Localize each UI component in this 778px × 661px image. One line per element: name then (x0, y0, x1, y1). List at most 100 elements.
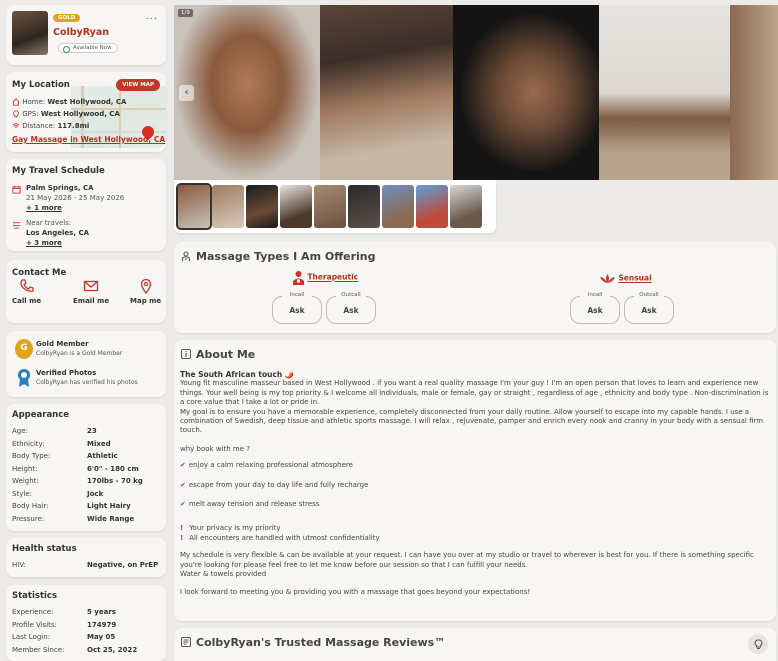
profile-name: ColbyRyan (53, 27, 110, 38)
exclamation-icon: ! (180, 524, 184, 533)
thumbnail[interactable] (450, 185, 482, 228)
trip-more-link[interactable]: + 1 more (26, 204, 62, 212)
outcall-rate: Outcall Ask (624, 292, 674, 324)
appearance-row: Body Type: Athletic (12, 450, 160, 463)
gallery-photo[interactable] (599, 5, 730, 180)
thumbnail[interactable] (416, 185, 448, 228)
about-tagline: The South African touch 🌶️ (180, 370, 295, 379)
location-title: My Location (12, 80, 70, 90)
statistic-row: Profile Visits: 174979 (12, 619, 160, 632)
info-icon (181, 349, 191, 359)
gallery-photo[interactable] (730, 5, 778, 180)
appearance-label: Pressure: (12, 514, 45, 523)
appearance-value: Athletic (87, 452, 118, 460)
about-priority: ! Your privacy is my priority (180, 524, 281, 533)
gallery-photo[interactable] (320, 5, 453, 180)
near-more-link[interactable]: + 3 more (26, 239, 62, 247)
envelope-icon (83, 280, 99, 292)
statistic-value: 174979 (87, 620, 117, 629)
thumbnail[interactable] (212, 185, 244, 228)
massage-types-title: Massage Types I Am Offering (196, 250, 376, 263)
massage-type-therapeutic[interactable]: Therapeutic (292, 270, 358, 285)
appearance-label: Ethnicity: (12, 439, 45, 448)
appearance-row: Ethnicity: Mixed (12, 438, 160, 451)
appearance-value: Light Hairy (87, 502, 131, 510)
call-button[interactable]: Call me (12, 278, 41, 305)
travel-title: My Travel Schedule (12, 166, 105, 176)
prev-photo-button[interactable]: ‹ (179, 85, 194, 101)
calendar-icon (12, 185, 21, 194)
thumbnail[interactable] (382, 185, 414, 228)
gps-icon (13, 110, 19, 118)
home-location: Home: West Hollywood, CA (12, 98, 126, 106)
about-paragraph: I look forward to meeting you & providin… (180, 587, 531, 596)
thumbnail[interactable] (246, 185, 278, 228)
appearance-row: Weight: 170lbs - 70 kg (12, 475, 160, 488)
massage-type-sensual[interactable]: Sensual (599, 273, 652, 284)
gps-location: GPS: West Hollywood, CA (12, 110, 120, 118)
contact-card: Contact Me Call me Email me Map me (6, 260, 166, 323)
travel-card: My Travel Schedule Palm Springs, CA 21 M… (6, 159, 166, 251)
lotus-icon (600, 274, 615, 283)
appearance-label: Style: (12, 489, 32, 498)
about-question: why book with me ? (180, 444, 250, 453)
appearance-value: Jock (87, 489, 104, 498)
appearance-row: Height: 6'0" - 180 cm (12, 463, 160, 476)
about-paragraph: My goal is to ensure you have a memorabl… (180, 407, 764, 435)
statistic-label: Profile Visits: (12, 620, 57, 629)
gallery-photo[interactable] (453, 5, 599, 180)
view-map-button[interactable]: VIEW MAP (116, 79, 160, 91)
thumbnail[interactable] (176, 183, 212, 230)
gold-badge: GOLD (53, 14, 81, 22)
photo-gallery[interactable]: 1/9 ‹ (174, 5, 778, 180)
avatar[interactable] (12, 11, 48, 55)
appearance-card: Appearance Age: 23 Ethnicity: Mixed Body Typ… (6, 404, 166, 531)
gallery-photo[interactable] (174, 5, 320, 180)
near-city: Los Angeles, CA (26, 229, 89, 237)
map-button[interactable]: Map me (130, 278, 161, 305)
appearance-value: 6'0" - 180 cm (87, 464, 139, 473)
wifi-icon (12, 123, 20, 128)
therapist-icon (293, 271, 304, 285)
appearance-row: Body Hair: Light Hairy (12, 500, 160, 513)
statistics-card: Statistics Experience: 5 years Profile Vis… (6, 585, 166, 661)
verified-ribbon-icon (18, 369, 30, 387)
appearance-label: Weight: (12, 477, 39, 485)
location-link[interactable]: Gay Massage in West Hollywood, CA (12, 135, 165, 144)
checkmark-icon: ✔ (180, 480, 186, 489)
appearance-label: Body Hair: (12, 502, 49, 510)
home-icon (12, 98, 20, 106)
statistic-row: Experience: 5 years (12, 606, 160, 619)
health-card: Health status HIV: Negative, on PrEP (6, 538, 166, 577)
incall-rate: Incall Ask (272, 292, 322, 324)
thumbnail[interactable] (280, 185, 312, 228)
available-icon (63, 46, 70, 53)
thumbnail[interactable] (348, 185, 380, 228)
appearance-title: Appearance (12, 410, 70, 420)
about-paragraph: My schedule is very flexible & can be av… (180, 551, 754, 569)
about-title: About Me (196, 348, 256, 361)
trip-city: Palm Springs, CA (26, 184, 94, 192)
contact-title: Contact Me (12, 268, 67, 278)
appearance-value: 23 (87, 427, 97, 435)
more-menu-icon[interactable]: ... (145, 11, 158, 22)
checkmark-icon: ✔ (180, 461, 186, 470)
lightbulb-button[interactable] (748, 634, 768, 654)
about-bullet: ✔ escape from your day to day life and fu… (180, 480, 369, 489)
statistic-value: May 05 (87, 633, 116, 641)
health-title: Health status (12, 544, 77, 554)
email-button[interactable]: Email me (73, 278, 109, 305)
statistics-title: Statistics (12, 591, 58, 601)
about-bullet: ✔ melt away tension and release stress (180, 500, 320, 509)
about-paragraph: Young fit masculine masseur based in Wes… (180, 379, 769, 407)
checkmark-icon: ✔ (180, 500, 186, 509)
photo-counter: 1/9 (178, 9, 193, 17)
appearance-label: Age: (12, 427, 28, 435)
thumbnail[interactable] (314, 185, 346, 228)
verified-photos-desc: ColbyRyan has verified his photos (36, 379, 138, 386)
about-paragraph: Water & towels provided (180, 570, 267, 579)
near-label: Near travels: (26, 219, 72, 227)
statistic-label: Member Since: (12, 645, 65, 654)
location-card: My Location VIEW MAP Home: West Hollywoo… (6, 72, 166, 152)
appearance-label: Height: (12, 464, 38, 473)
